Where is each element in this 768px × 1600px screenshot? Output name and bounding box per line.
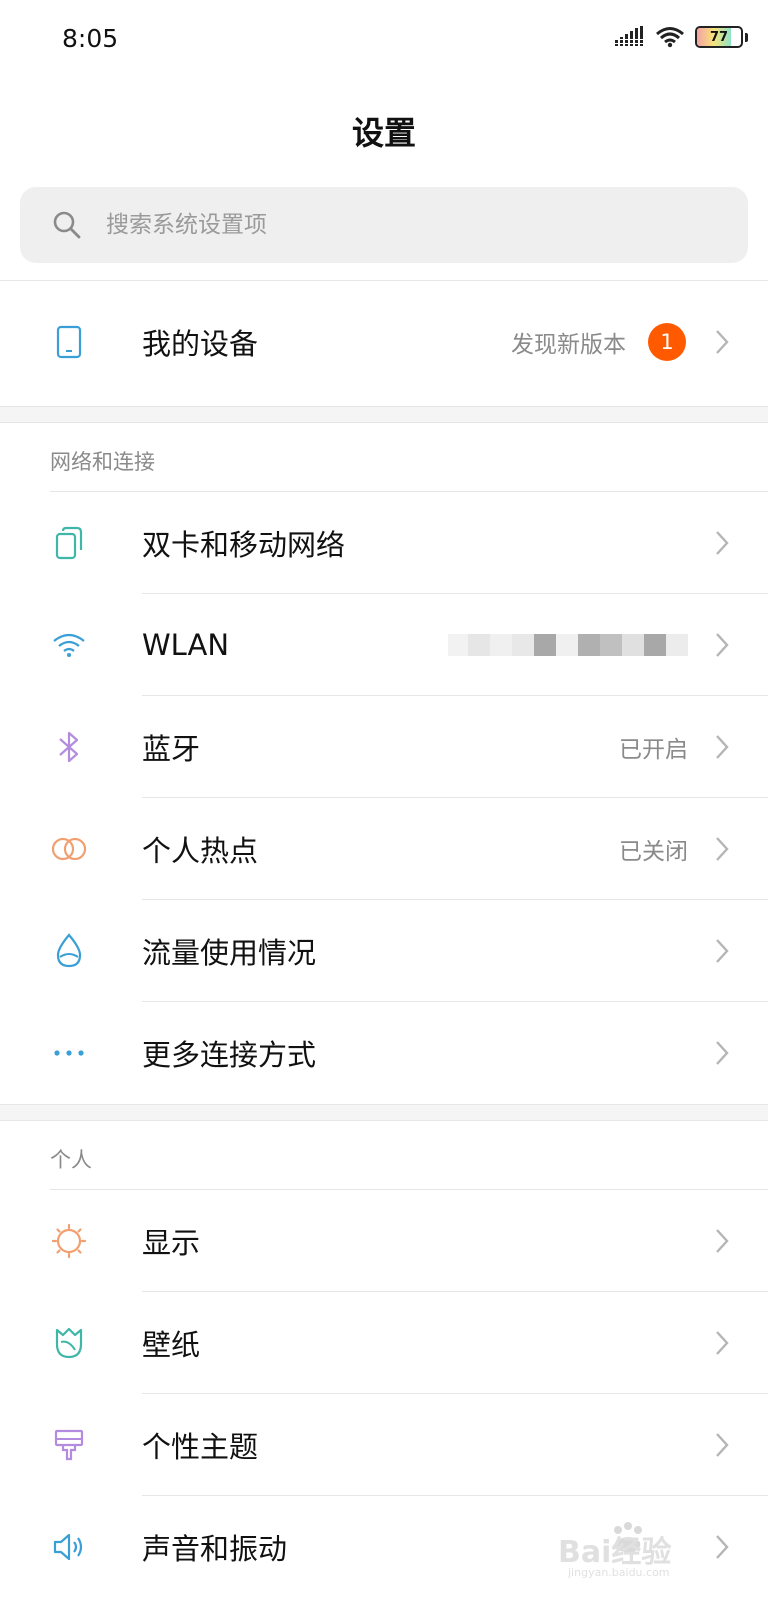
phone-icon xyxy=(50,323,88,361)
baidu-jingyan-watermark-logo: Bai经验 jingyan.baidu.com xyxy=(558,1522,671,1578)
wlan-network-name-redacted xyxy=(448,633,688,657)
chevron-right-icon xyxy=(716,1229,729,1253)
chevron-right-icon xyxy=(716,735,729,759)
my-device-status: 发现新版本 xyxy=(511,332,626,358)
search-input[interactable] xyxy=(106,212,666,238)
status-time: 8:05 xyxy=(62,24,119,53)
my-device-row[interactable]: 我的设备 发现新版本 1 xyxy=(0,291,768,393)
list-item-bluetooth[interactable]: 蓝牙 已开启 xyxy=(0,696,768,798)
section-header-personal: 个人 xyxy=(50,1148,92,1172)
list-item-label: 壁纸 xyxy=(142,1328,201,1362)
wallpaper-tulip-icon xyxy=(50,1324,88,1362)
speaker-icon xyxy=(50,1528,88,1566)
list-item-display[interactable]: 显示 xyxy=(0,1190,768,1292)
display-sun-icon xyxy=(50,1222,88,1260)
list-item-label: 声音和振动 xyxy=(142,1532,288,1566)
divider xyxy=(0,280,768,281)
list-item-wallpaper[interactable]: 壁纸 xyxy=(0,1292,768,1394)
search-icon xyxy=(53,211,81,239)
my-device-label: 我的设备 xyxy=(142,327,259,361)
list-item-wlan[interactable]: WLAN xyxy=(0,594,768,696)
section-gap xyxy=(0,1104,768,1121)
search-bar[interactable] xyxy=(20,187,748,263)
chevron-right-icon xyxy=(716,330,729,354)
sim-cards-icon xyxy=(50,524,88,562)
list-item-label: 双卡和移动网络 xyxy=(142,528,346,562)
battery-tip xyxy=(745,32,748,42)
data-usage-icon xyxy=(50,932,88,970)
wifi-icon xyxy=(50,626,88,664)
update-badge: 1 xyxy=(648,323,686,361)
list-item-data-usage[interactable]: 流量使用情况 xyxy=(0,900,768,1002)
chevron-right-icon xyxy=(716,837,729,861)
status-bar: 8:05 77 xyxy=(0,0,768,80)
theme-brush-icon xyxy=(50,1426,88,1464)
bluetooth-icon xyxy=(50,728,88,766)
chevron-right-icon xyxy=(716,939,729,963)
list-item-label: 显示 xyxy=(142,1226,201,1260)
list-item-label: 个人热点 xyxy=(142,834,259,868)
list-item-hotspot[interactable]: 个人热点 已关闭 xyxy=(0,798,768,900)
list-item-label: 更多连接方式 xyxy=(142,1038,317,1072)
list-item-label: 流量使用情况 xyxy=(142,936,317,970)
bluetooth-status: 已开启 xyxy=(619,737,688,763)
chevron-right-icon xyxy=(716,1433,729,1457)
svg-text:Bai经验: Bai经验 xyxy=(558,1535,671,1570)
more-dots-icon xyxy=(50,1034,88,1072)
section-header-network: 网络和连接 xyxy=(50,450,155,474)
battery-icon: 77 xyxy=(695,26,743,48)
chevron-right-icon xyxy=(716,1331,729,1355)
battery-level: 77 xyxy=(709,29,729,45)
signal-icon xyxy=(615,26,643,46)
list-item-dual-sim[interactable]: 双卡和移动网络 xyxy=(0,492,768,594)
svg-text:jingyan.baidu.com: jingyan.baidu.com xyxy=(567,1566,670,1578)
chevron-right-icon xyxy=(716,1041,729,1065)
list-item-themes[interactable]: 个性主题 xyxy=(0,1394,768,1496)
chevron-right-icon xyxy=(716,531,729,555)
section-gap xyxy=(0,406,768,423)
list-item-label: 个性主题 xyxy=(142,1430,259,1464)
list-item-label: 蓝牙 xyxy=(142,732,201,766)
list-item-label: WLAN xyxy=(142,628,230,662)
chevron-right-icon xyxy=(716,633,729,657)
hotspot-icon xyxy=(50,830,88,868)
list-item-more-connections[interactable]: 更多连接方式 xyxy=(0,1002,768,1104)
page-title: 设置 xyxy=(351,114,416,152)
wifi-icon xyxy=(656,27,684,48)
status-icons: 77 xyxy=(615,26,748,48)
hotspot-status: 已关闭 xyxy=(619,839,688,865)
